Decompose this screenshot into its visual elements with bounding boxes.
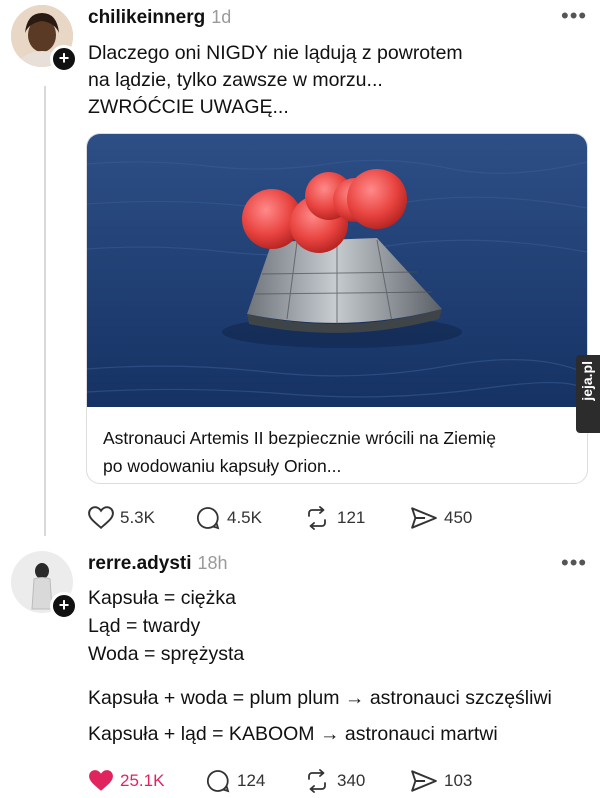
repost-count: 340 xyxy=(337,771,366,790)
post-text-line: Kapsuła = ciężka xyxy=(88,587,236,609)
repost-icon xyxy=(308,769,326,793)
more-options-icon[interactable]: ••• xyxy=(561,550,587,576)
post1-header: chilikeinnerg 1d xyxy=(88,7,231,29)
comment-count: 4.5K xyxy=(227,508,262,527)
username[interactable]: rerre.adysti xyxy=(88,553,192,574)
follow-plus-icon[interactable]: + xyxy=(50,592,78,620)
post-text-line: Dlaczego oni NIGDY nie lądują z powrotem xyxy=(88,42,463,64)
post-text-line: ZWRÓĆCIE UWAGĘ... xyxy=(88,96,289,118)
send-icon xyxy=(411,507,437,529)
comment-button[interactable]: 4.5K xyxy=(195,506,262,530)
link-card-caption: Astronauci Artemis II bezpiecznie wrócil… xyxy=(103,424,573,480)
post-text-line: Kapsuła + woda = plum plum → astronauci … xyxy=(88,687,552,709)
share-button[interactable]: 103 xyxy=(410,769,472,793)
post2-text: Kapsuła = ciężka Ląd = twardy Woda = spr… xyxy=(88,585,588,748)
link-card[interactable]: Astronauci Artemis II bezpiecznie wrócil… xyxy=(86,133,588,484)
post-text-line: Ląd = twardy xyxy=(88,615,201,637)
share-count: 450 xyxy=(444,508,473,527)
share-button[interactable]: 450 xyxy=(410,506,472,530)
username[interactable]: chilikeinnerg xyxy=(88,7,205,28)
repost-icon xyxy=(308,506,326,530)
send-icon xyxy=(411,770,437,792)
comment-icon xyxy=(196,507,220,530)
like-count: 5.3K xyxy=(120,508,155,527)
heart-icon xyxy=(88,506,114,530)
card-caption-line: Astronauci Artemis II bezpiecznie wrócil… xyxy=(103,428,496,448)
post-text-line: na lądzie, tylko zawsze w morzu... xyxy=(88,69,383,91)
comment-count: 124 xyxy=(237,771,266,790)
repost-button[interactable]: 121 xyxy=(303,506,365,530)
repost-button[interactable]: 340 xyxy=(303,769,365,793)
post2-header: rerre.adysti 18h xyxy=(88,553,228,575)
post-text-line: Woda = sprężysta xyxy=(88,643,245,665)
post1-text: Dlaczego oni NIGDY nie lądują z powrotem… xyxy=(88,40,568,121)
timestamp: 18h xyxy=(197,553,228,573)
heart-filled-icon xyxy=(89,770,113,791)
card-caption-line: po wodowaniu kapsuły Orion... xyxy=(103,456,342,476)
jeja-watermark: jeja.pl xyxy=(576,355,600,433)
timestamp: 1d xyxy=(211,7,232,27)
repost-count: 121 xyxy=(337,508,366,527)
more-options-icon[interactable]: ••• xyxy=(561,3,587,29)
share-count: 103 xyxy=(444,771,473,790)
thread-line xyxy=(44,86,46,536)
like-button[interactable]: 25.1K xyxy=(88,769,164,793)
like-button[interactable]: 5.3K xyxy=(88,506,155,530)
like-count: 25.1K xyxy=(120,771,165,790)
orion-capsule-image xyxy=(87,134,587,407)
comment-button[interactable]: 124 xyxy=(205,769,265,793)
follow-plus-icon[interactable]: + xyxy=(50,45,78,73)
comment-icon xyxy=(206,770,230,793)
post-text-line: Kapsuła + ląd = KABOOM → astronauci mart… xyxy=(88,723,498,745)
